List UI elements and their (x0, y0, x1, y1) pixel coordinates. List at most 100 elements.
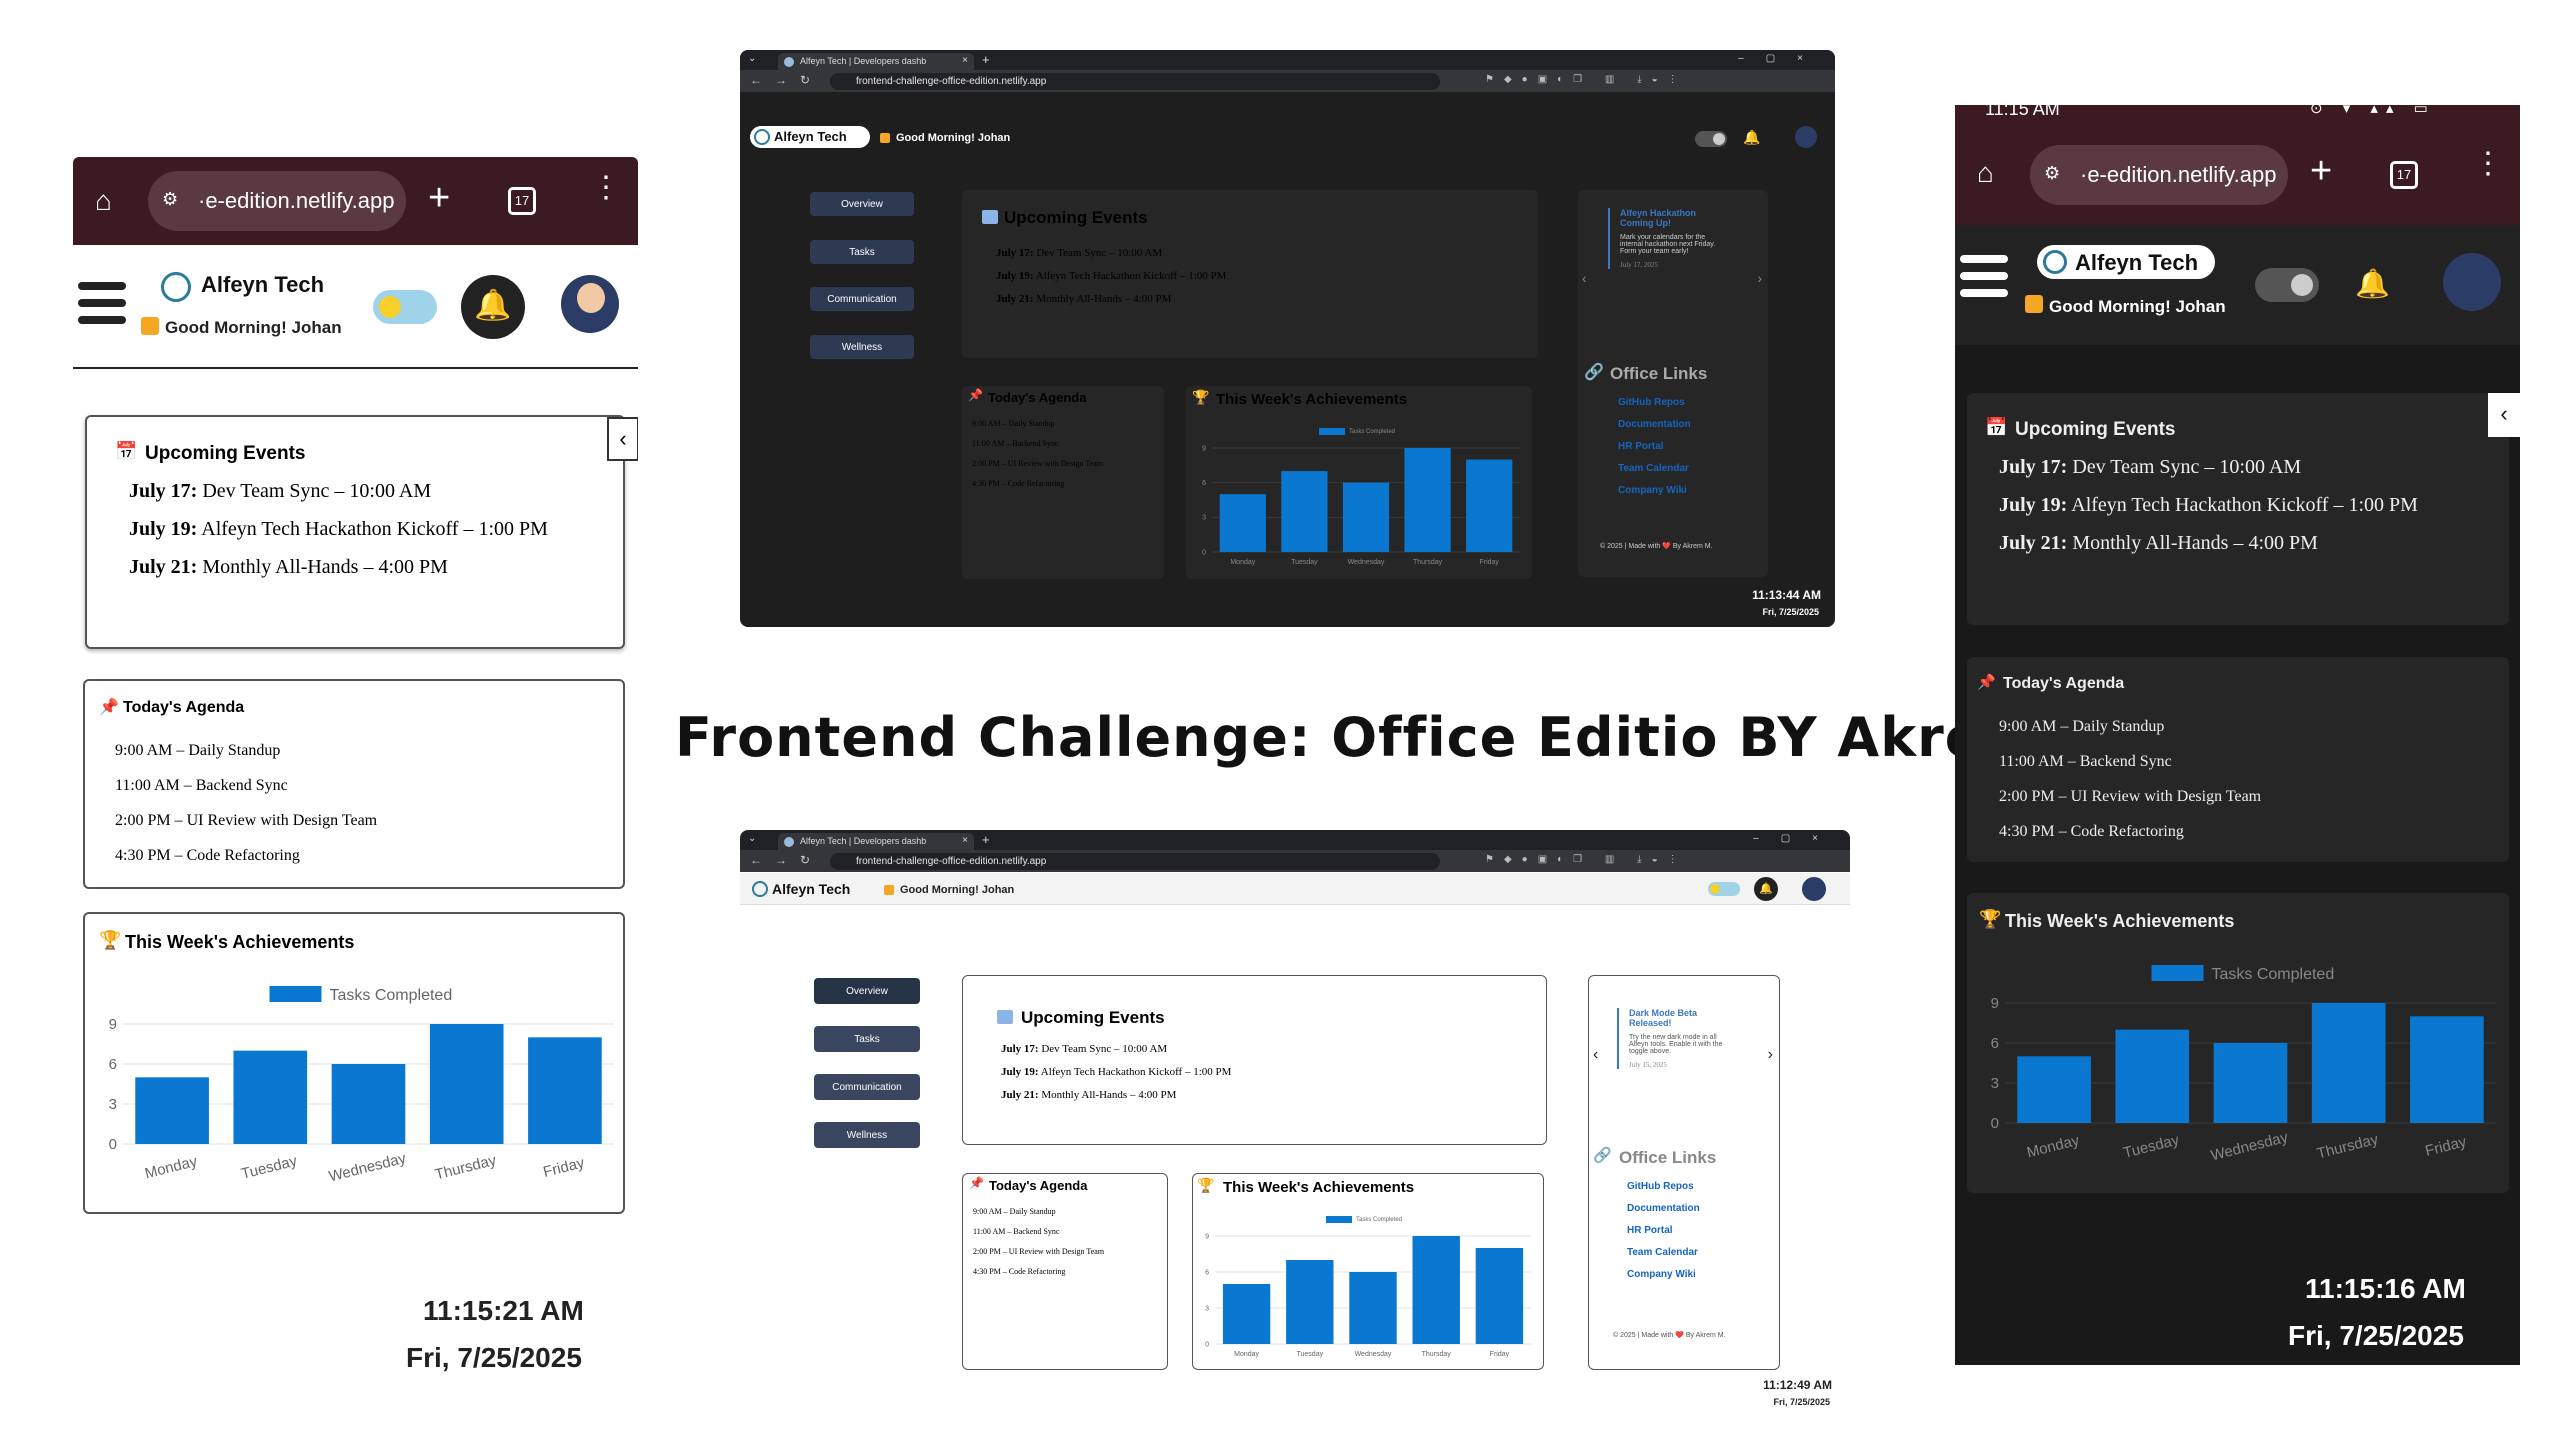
new-tab-icon[interactable]: + (982, 832, 990, 847)
link-wiki[interactable]: Company Wiki (1618, 480, 1691, 502)
window-controls[interactable]: –▢× (1738, 53, 1825, 64)
link-docs[interactable]: Documentation (1627, 1198, 1700, 1220)
link-calendar[interactable]: Team Calendar (1627, 1242, 1700, 1264)
tab-search-icon[interactable]: ⌄ (748, 833, 756, 844)
y-tick-label: 9 (109, 1016, 117, 1033)
menu-dots-icon[interactable]: ⋮ (2473, 149, 2503, 179)
brand-logo[interactable]: Alfeyn Tech (2037, 245, 2215, 279)
hamburger-icon[interactable] (1960, 255, 2008, 306)
bar-tuesday[interactable] (1286, 1260, 1334, 1344)
site-settings-icon[interactable]: ⚙ (162, 189, 178, 210)
bar-friday[interactable] (1475, 1248, 1524, 1344)
bell-icon[interactable]: 🔔 (2355, 267, 2390, 300)
nav-buttons[interactable]: ←→↻ (750, 73, 823, 87)
link-calendar[interactable]: Team Calendar (1618, 458, 1691, 480)
avatar[interactable] (1795, 126, 1817, 148)
sidebar-item-overview[interactable]: Overview (814, 978, 920, 1004)
bar-monday[interactable] (1219, 494, 1266, 552)
sidebar-item-wellness[interactable]: Wellness (810, 335, 914, 359)
brand-logo-icon (161, 272, 191, 302)
sidebar-item-tasks[interactable]: Tasks (814, 1026, 920, 1052)
bar-wednesday[interactable] (1342, 482, 1390, 552)
x-tick-label: Wednesday (2209, 1129, 2290, 1165)
tab-search-icon[interactable]: ⌄ (748, 53, 756, 64)
bar-wednesday[interactable] (1349, 1272, 1397, 1344)
link-github[interactable]: GitHub Repos (1618, 392, 1691, 414)
x-tick-label: Thursday (1413, 559, 1443, 566)
browser-tab[interactable]: Alfeyn Tech | Developers dashb × (778, 53, 974, 70)
collapse-chevron-icon[interactable]: ‹ (607, 417, 638, 461)
bell-icon[interactable]: 🔔 (461, 275, 525, 339)
bar-monday[interactable] (2017, 1056, 2091, 1123)
bar-thursday[interactable] (1412, 1236, 1460, 1344)
avatar[interactable] (1802, 877, 1826, 901)
bar-thursday[interactable] (2311, 1003, 2386, 1123)
bar-wednesday[interactable] (2213, 1043, 2288, 1123)
sidebar-item-wellness[interactable]: Wellness (814, 1122, 920, 1148)
bell-icon[interactable]: 🔔 (1743, 129, 1760, 146)
bell-icon[interactable]: 🔔 (1754, 877, 1778, 901)
link-hr[interactable]: HR Portal (1618, 436, 1691, 458)
bar-friday[interactable] (1466, 459, 1513, 552)
tab-switcher-icon[interactable]: 17 (508, 187, 536, 215)
nav-buttons[interactable]: ←→↻ (750, 853, 823, 867)
carousel-next-icon[interactable]: › (1768, 1046, 1773, 1064)
toolbar-extensions[interactable]: ⚑◆●▣◐❐ ▥ ⤓◒⋮ (1485, 854, 1688, 865)
theme-toggle[interactable] (1695, 131, 1727, 147)
link-hr[interactable]: HR Portal (1627, 1220, 1700, 1242)
link-docs[interactable]: Documentation (1618, 414, 1691, 436)
sidebar-item-communication[interactable]: Communication (810, 287, 914, 311)
carousel-prev-icon[interactable]: ‹ (1582, 270, 1587, 286)
url-bar[interactable]: ⚙ ·e-edition.netlify.app (148, 171, 406, 231)
window-controls[interactable]: –▢× (1753, 833, 1840, 844)
bar-tuesday[interactable] (1281, 471, 1328, 552)
close-tab-icon: × (962, 55, 968, 66)
brand-logo[interactable]: Alfeyn Tech (750, 126, 870, 148)
brand-name[interactable]: Alfeyn Tech (201, 272, 324, 298)
collapse-chevron-icon[interactable]: ‹ (2488, 393, 2520, 437)
link-github[interactable]: GitHub Repos (1627, 1176, 1700, 1198)
new-tab-icon[interactable]: + (982, 52, 990, 67)
carousel-prev-icon[interactable]: ‹ (1593, 1046, 1598, 1064)
bar-tuesday[interactable] (2115, 1029, 2190, 1123)
avatar[interactable] (2443, 253, 2501, 311)
bar-friday[interactable] (528, 1037, 602, 1144)
legend-swatch[interactable] (2151, 965, 2204, 981)
legend-swatch[interactable] (1319, 428, 1345, 435)
bar-friday[interactable] (2410, 1016, 2484, 1123)
browser-tab[interactable]: Alfeyn Tech | Developers dashb × (778, 833, 974, 850)
legend-swatch[interactable] (269, 986, 322, 1002)
bar-monday[interactable] (135, 1077, 209, 1144)
y-tick-label: 6 (1205, 1269, 1209, 1276)
bar-tuesday[interactable] (233, 1050, 308, 1144)
toolbar-extensions[interactable]: ⚑◆●▣◐❐ ▥ ⤓◒⋮ (1485, 74, 1688, 85)
sidebar-item-tasks[interactable]: Tasks (810, 240, 914, 264)
bar-monday[interactable] (1222, 1284, 1271, 1344)
tab-switcher-icon[interactable]: 17 (2390, 161, 2418, 189)
theme-toggle[interactable] (2255, 268, 2319, 302)
url-bar[interactable]: ⚙ ·e-edition.netlify.app (2030, 145, 2288, 205)
theme-toggle[interactable] (1708, 882, 1740, 896)
mobile-dark-screenshot: 11:15 AM ⊙ ▾ ▴▴ ▭ ⌂ ⚙ ·e-edition.netlify… (1955, 105, 2520, 1365)
new-tab-icon[interactable]: + (2310, 150, 2332, 193)
hamburger-icon[interactable] (78, 282, 126, 333)
new-tab-icon[interactable]: + (428, 177, 450, 220)
sidebar-item-communication[interactable]: Communication (814, 1074, 920, 1100)
bar-wednesday[interactable] (331, 1064, 406, 1144)
url-bar[interactable]: frontend-challenge-office-edition.netlif… (830, 73, 1440, 90)
avatar[interactable] (561, 275, 619, 333)
site-settings-icon[interactable]: ⚙ (2044, 163, 2060, 184)
url-bar[interactable]: frontend-challenge-office-edition.netlif… (830, 853, 1440, 870)
status-icons: ⊙ ▾ ▴▴ ▭ (2310, 105, 2436, 117)
carousel-next-icon[interactable]: › (1757, 270, 1762, 286)
menu-dots-icon[interactable]: ⋮ (591, 173, 621, 203)
home-icon[interactable]: ⌂ (95, 187, 123, 215)
legend-swatch[interactable] (1326, 1216, 1352, 1223)
theme-toggle[interactable] (373, 290, 437, 324)
clock-time: 11:15:21 AM (423, 1295, 584, 1326)
home-icon[interactable]: ⌂ (1977, 157, 1994, 189)
link-wiki[interactable]: Company Wiki (1627, 1264, 1700, 1286)
bar-thursday[interactable] (429, 1024, 504, 1144)
bar-thursday[interactable] (1404, 448, 1451, 552)
sidebar-item-overview[interactable]: Overview (810, 192, 914, 216)
